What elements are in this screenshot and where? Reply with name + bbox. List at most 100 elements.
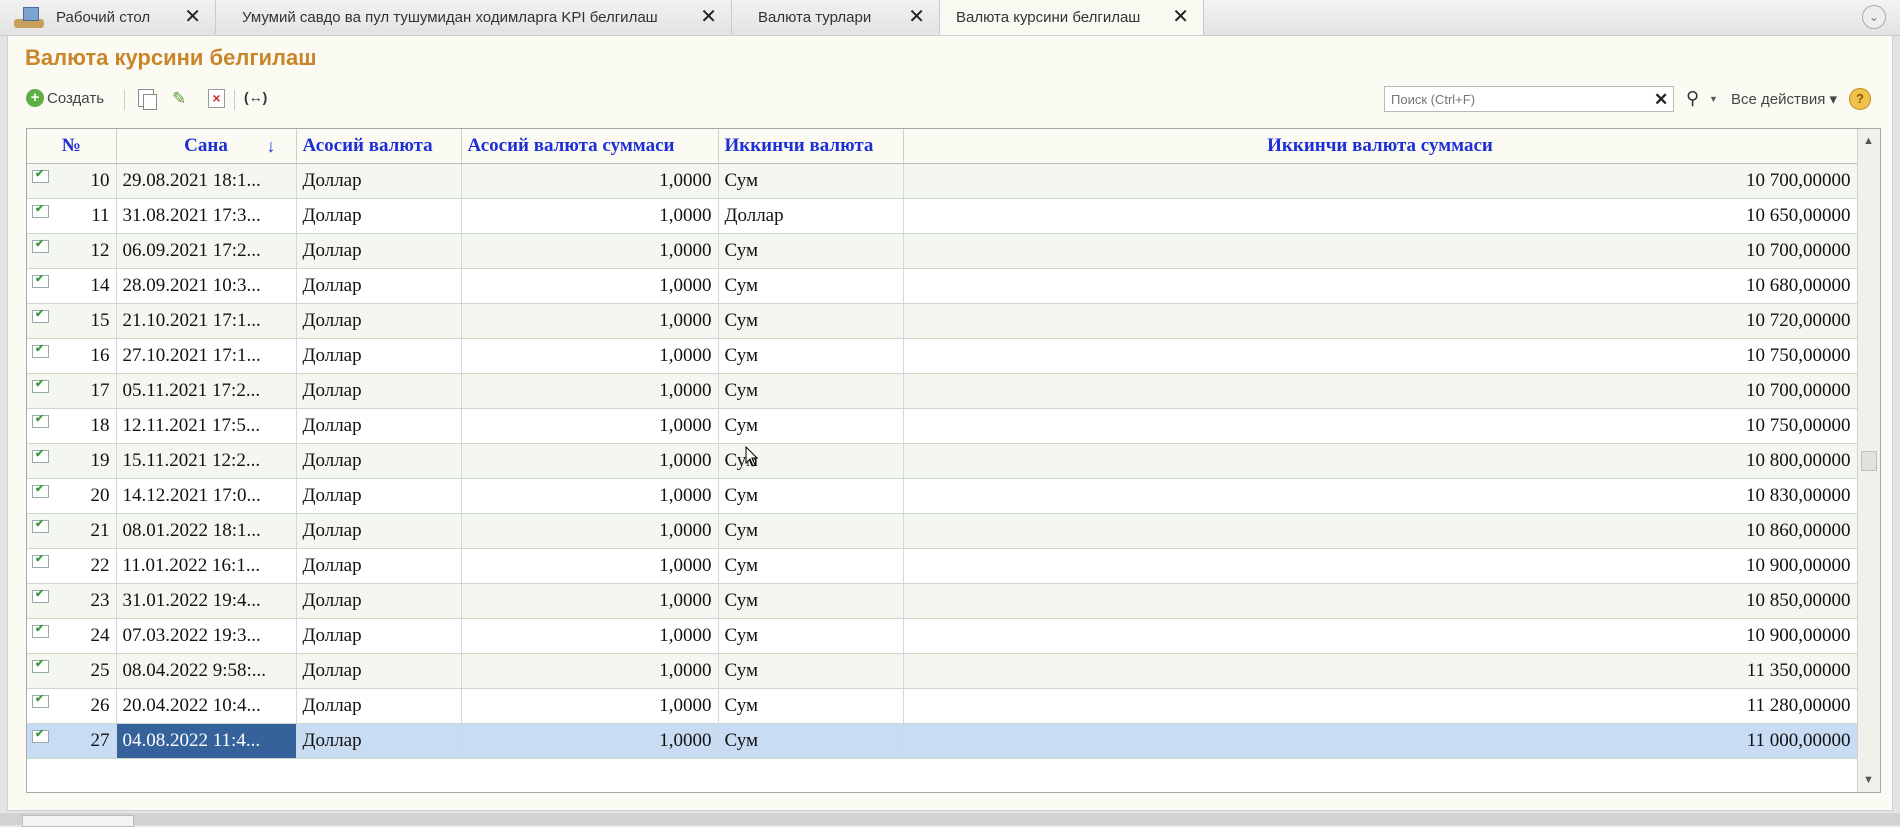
cell-second-amount[interactable]: 10 720,00000 bbox=[903, 303, 1858, 339]
cell-second-currency[interactable]: Сум bbox=[718, 583, 904, 619]
column-header-number[interactable]: № bbox=[27, 129, 117, 164]
cell-second-currency[interactable]: Сум bbox=[718, 373, 904, 409]
cell-number[interactable]: ✔ 23 bbox=[27, 583, 117, 619]
cell-base-currency[interactable]: Доллар bbox=[296, 723, 462, 759]
clear-search-icon[interactable]: ✕ bbox=[1654, 90, 1668, 110]
column-header-date[interactable]: Сана ↓ bbox=[116, 129, 297, 164]
cell-second-amount[interactable]: 10 680,00000 bbox=[903, 268, 1858, 304]
table-row[interactable]: ✔ 21 08.01.2022 18:1... Доллар 1,0000 Сум 10 8… bbox=[27, 513, 1858, 549]
cell-base-currency[interactable]: Доллар bbox=[296, 338, 462, 374]
cell-base-amount[interactable]: 1,0000 bbox=[461, 653, 719, 689]
table-row[interactable]: ✔ 10 29.08.2021 18:1... Доллар 1,0000 Сум 10 7… bbox=[27, 163, 1858, 199]
cell-number[interactable]: ✔ 12 bbox=[27, 233, 117, 269]
cell-second-amount[interactable]: 10 850,00000 bbox=[903, 583, 1858, 619]
cell-second-currency[interactable]: Сум bbox=[718, 513, 904, 549]
cell-date[interactable]: 31.08.2021 17:3... bbox=[116, 198, 297, 234]
cell-date[interactable]: 05.11.2021 17:2... bbox=[116, 373, 297, 409]
cell-base-amount[interactable]: 1,0000 bbox=[461, 478, 719, 514]
search-icon[interactable]: ⚲ bbox=[1686, 88, 1699, 109]
table-row[interactable]: ✔ 17 05.11.2021 17:2... Доллар 1,0000 Сум 10 7… bbox=[27, 373, 1858, 409]
cell-second-amount[interactable]: 10 800,00000 bbox=[903, 443, 1858, 479]
cell-base-amount[interactable]: 1,0000 bbox=[461, 618, 719, 654]
cell-date[interactable]: 12.11.2021 17:5... bbox=[116, 408, 297, 444]
cell-second-amount[interactable]: 10 650,00000 bbox=[903, 198, 1858, 234]
cell-base-currency[interactable]: Доллар bbox=[296, 233, 462, 269]
column-header-base-currency[interactable]: Асосий валюта bbox=[296, 129, 462, 164]
cell-date[interactable]: 21.10.2021 17:1... bbox=[116, 303, 297, 339]
cell-second-amount[interactable]: 11 280,00000 bbox=[903, 688, 1858, 724]
scroll-up-arrow-icon[interactable]: ▲ bbox=[1863, 135, 1874, 147]
cell-second-amount[interactable]: 10 700,00000 bbox=[903, 233, 1858, 269]
tabs-menu-icon[interactable]: ⌄ bbox=[1862, 5, 1886, 29]
table-row[interactable]: ✔ 12 06.09.2021 17:2... Доллар 1,0000 Сум 10 7… bbox=[27, 233, 1858, 269]
cell-date[interactable]: 11.01.2022 16:1... bbox=[116, 548, 297, 584]
cell-date[interactable]: 29.08.2021 18:1... bbox=[116, 163, 297, 199]
cell-base-currency[interactable]: Доллар bbox=[296, 198, 462, 234]
cell-number[interactable]: ✔ 21 bbox=[27, 513, 117, 549]
cell-second-currency[interactable]: Сум bbox=[718, 408, 904, 444]
cell-second-amount[interactable]: 10 860,00000 bbox=[903, 513, 1858, 549]
cell-base-currency[interactable]: Доллар bbox=[296, 478, 462, 514]
table-row[interactable]: ✔ 26 20.04.2022 10:4... Доллар 1,0000 Сум 11 2… bbox=[27, 688, 1858, 724]
tab-currency-rate[interactable]: Валюта курсини белгилаш ✕ bbox=[940, 0, 1204, 35]
cell-base-currency[interactable]: Доллар bbox=[296, 583, 462, 619]
cell-number[interactable]: ✔ 16 bbox=[27, 338, 117, 374]
cell-second-amount[interactable]: 10 750,00000 bbox=[903, 338, 1858, 374]
cell-number[interactable]: ✔ 18 bbox=[27, 408, 117, 444]
cell-base-currency[interactable]: Доллар bbox=[296, 513, 462, 549]
table-row[interactable]: ✔ 14 28.09.2021 10:3... Доллар 1,0000 Сум 10 6… bbox=[27, 268, 1858, 304]
cell-date[interactable]: 28.09.2021 10:3... bbox=[116, 268, 297, 304]
cell-base-amount[interactable]: 1,0000 bbox=[461, 548, 719, 584]
scroll-down-arrow-icon[interactable]: ▼ bbox=[1863, 774, 1874, 786]
cell-number[interactable]: ✔ 17 bbox=[27, 373, 117, 409]
copy-button[interactable] bbox=[138, 89, 157, 110]
edit-button[interactable]: ✎ bbox=[172, 89, 186, 109]
table-row[interactable]: ✔ 16 27.10.2021 17:1... Доллар 1,0000 Сум 10 7… bbox=[27, 338, 1858, 374]
search-options-arrow-icon[interactable]: ▼ bbox=[1709, 94, 1718, 104]
table-row[interactable]: ✔ 27 04.08.2022 11:4... Доллар 1,0000 Сум 11 0… bbox=[27, 723, 1858, 759]
cell-number[interactable]: ✔ 20 bbox=[27, 478, 117, 514]
cell-number[interactable]: ✔ 11 bbox=[27, 198, 117, 234]
cell-second-currency[interactable]: Сум bbox=[718, 688, 904, 724]
cell-base-currency[interactable]: Доллар bbox=[296, 373, 462, 409]
table-row[interactable]: ✔ 20 14.12.2021 17:0... Доллар 1,0000 Сум 10 8… bbox=[27, 478, 1858, 514]
table-row[interactable]: ✔ 24 07.03.2022 19:3... Доллар 1,0000 Сум 10 9… bbox=[27, 618, 1858, 654]
all-actions-menu[interactable]: Все действия ▾ bbox=[1731, 90, 1837, 108]
cell-base-currency[interactable]: Доллар bbox=[296, 268, 462, 304]
cell-base-amount[interactable]: 1,0000 bbox=[461, 303, 719, 339]
cell-second-currency[interactable]: Сум bbox=[718, 338, 904, 374]
cell-number[interactable]: ✔ 24 bbox=[27, 618, 117, 654]
cell-base-amount[interactable]: 1,0000 bbox=[461, 198, 719, 234]
tab-currency-types[interactable]: Валюта турлари ✕ bbox=[732, 0, 940, 34]
cell-second-currency[interactable]: Сум bbox=[718, 303, 904, 339]
search-input[interactable] bbox=[1384, 86, 1674, 112]
cell-base-currency[interactable]: Доллар bbox=[296, 548, 462, 584]
cell-second-currency[interactable]: Сум bbox=[718, 478, 904, 514]
cell-base-amount[interactable]: 1,0000 bbox=[461, 373, 719, 409]
cell-date[interactable]: 07.03.2022 19:3... bbox=[116, 618, 297, 654]
cell-date[interactable]: 15.11.2021 12:2... bbox=[116, 443, 297, 479]
cell-base-amount[interactable]: 1,0000 bbox=[461, 513, 719, 549]
cell-second-currency[interactable]: Сум bbox=[718, 268, 904, 304]
cell-second-amount[interactable]: 11 000,00000 bbox=[903, 723, 1858, 759]
cell-number[interactable]: ✔ 14 bbox=[27, 268, 117, 304]
set-interval-button[interactable]: (↔) bbox=[244, 89, 267, 105]
cell-base-amount[interactable]: 1,0000 bbox=[461, 233, 719, 269]
cell-base-currency[interactable]: Доллар bbox=[296, 408, 462, 444]
cell-base-amount[interactable]: 1,0000 bbox=[461, 408, 719, 444]
cell-date[interactable]: 06.09.2021 17:2... bbox=[116, 233, 297, 269]
cell-second-amount[interactable]: 10 830,00000 bbox=[903, 478, 1858, 514]
table-row[interactable]: ✔ 11 31.08.2021 17:3... Доллар 1,0000 Доллар 1… bbox=[27, 198, 1858, 234]
cell-base-currency[interactable]: Доллар bbox=[296, 303, 462, 339]
cell-date[interactable]: 31.01.2022 19:4... bbox=[116, 583, 297, 619]
cell-base-currency[interactable]: Доллар bbox=[296, 653, 462, 689]
cell-base-amount[interactable]: 1,0000 bbox=[461, 583, 719, 619]
tab-desktop[interactable]: Рабочий стол ✕ bbox=[0, 0, 216, 34]
cell-second-amount[interactable]: 10 900,00000 bbox=[903, 618, 1858, 654]
cell-number[interactable]: ✔ 19 bbox=[27, 443, 117, 479]
column-header-base-amount[interactable]: Асосий валюта суммаси bbox=[461, 129, 719, 164]
cell-number[interactable]: ✔ 10 bbox=[27, 163, 117, 199]
cell-number[interactable]: ✔ 27 bbox=[27, 723, 117, 759]
tab-kpi[interactable]: Умумий савдо ва пул тушумидан ходимларга… bbox=[216, 0, 732, 34]
cell-second-currency[interactable]: Доллар bbox=[718, 198, 904, 234]
